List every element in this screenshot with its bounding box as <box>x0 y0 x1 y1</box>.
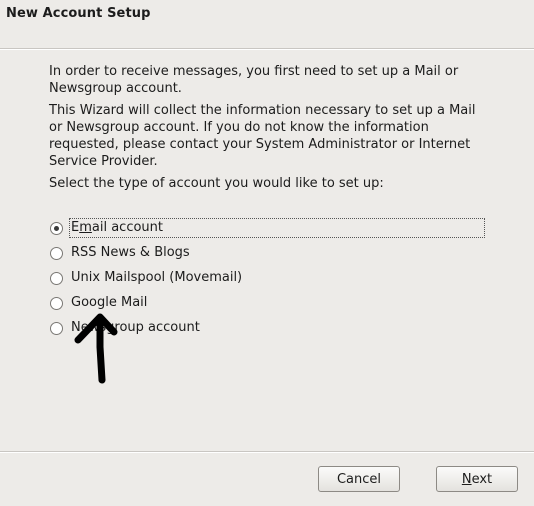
header-separator <box>0 48 534 50</box>
next-button[interactable]: Next <box>436 466 518 492</box>
dialog-title: New Account Setup <box>6 6 151 21</box>
radio-rss-news-blogs[interactable]: RSS News & Blogs <box>50 243 192 263</box>
radio-button[interactable] <box>50 246 63 260</box>
radio-label-email-account[interactable]: Email account <box>69 218 485 238</box>
radio-button[interactable] <box>50 271 63 285</box>
cancel-button[interactable]: Cancel <box>318 466 400 492</box>
hand-drawn-arrow-up-icon <box>74 313 118 384</box>
radio-email-account[interactable]: Email account <box>50 218 485 238</box>
intro-paragraph-2: This Wizard will collect the information… <box>49 103 476 169</box>
account-type-prompt: Select the type of account you would lik… <box>49 176 384 191</box>
radio-button[interactable] <box>50 321 63 335</box>
radio-label-rss[interactable]: RSS News & Blogs <box>69 244 192 262</box>
radio-button-checked[interactable] <box>50 221 63 235</box>
radio-label-unix-mailspool[interactable]: Unix Mailspool (Movemail) <box>69 269 244 287</box>
intro-paragraph-1: In order to receive messages, you first … <box>49 64 459 96</box>
radio-unix-mailspool[interactable]: Unix Mailspool (Movemail) <box>50 268 244 288</box>
radio-button[interactable] <box>50 296 63 310</box>
footer-separator <box>0 451 534 453</box>
